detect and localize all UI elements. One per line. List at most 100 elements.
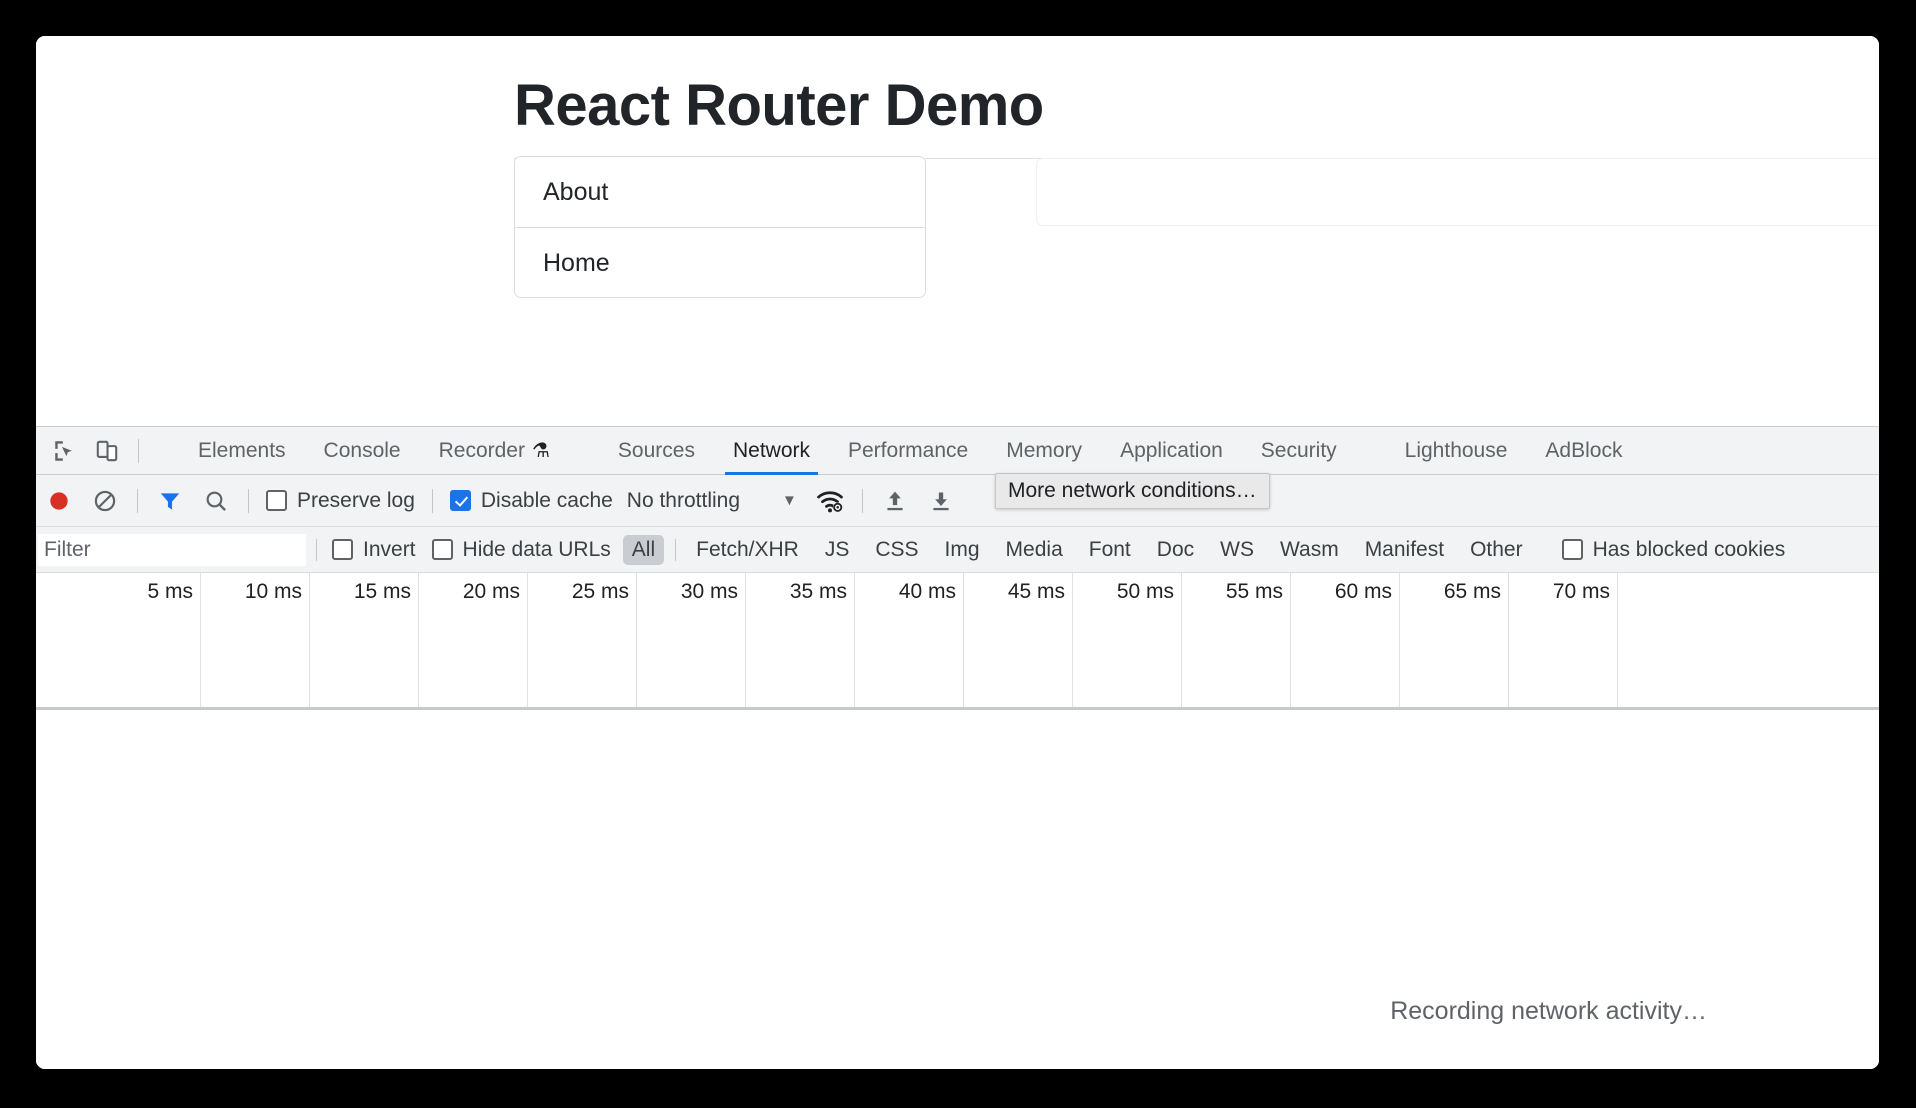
tab-lighthouse[interactable]: Lighthouse (1386, 427, 1527, 475)
tab-label: Memory (1006, 438, 1083, 462)
ruler-tick: 20 ms (419, 573, 528, 707)
tab-adblock[interactable]: AdBlock (1526, 427, 1641, 475)
chip-label: WS (1220, 537, 1254, 561)
checkbox-box (332, 539, 353, 560)
toolbar-divider (431, 488, 433, 513)
inspect-element-icon[interactable] (44, 427, 86, 475)
tab-console[interactable]: Console (305, 427, 420, 475)
route-content-card (1036, 158, 1879, 226)
page-viewport: React Router Demo About Home (36, 36, 1879, 426)
ruler-lead-spacer (36, 573, 92, 707)
filter-divider (675, 538, 677, 561)
chip-label: All (631, 537, 656, 561)
nav-item-about[interactable]: About (515, 157, 925, 227)
checkbox-box (431, 539, 453, 560)
network-requests-pane[interactable]: Recording network activity… (36, 710, 1879, 1066)
type-chip-fetch-xhr[interactable]: Fetch/XHR (687, 535, 808, 565)
ruler-tick: 50 ms (1073, 573, 1182, 707)
tab-elements[interactable]: Elements (179, 427, 305, 475)
chip-label: Doc (1156, 537, 1195, 561)
type-chip-font[interactable]: Font (1080, 535, 1140, 565)
nav-item-label: About (543, 178, 609, 206)
chip-label: JS (824, 537, 850, 561)
chip-label: Media (1005, 537, 1063, 561)
device-toolbar-icon[interactable] (86, 427, 128, 475)
invert-checkbox[interactable]: Invert (324, 538, 424, 562)
hide-data-urls-label: Hide data URLs (462, 537, 611, 561)
type-chip-doc[interactable]: Doc (1148, 535, 1203, 565)
type-chip-js[interactable]: JS (816, 535, 859, 565)
throttling-value: No throttling (626, 488, 741, 512)
tab-sources[interactable]: Sources (599, 427, 714, 475)
ruler-tick: 60 ms (1291, 573, 1400, 707)
tab-label: Elements (198, 438, 286, 462)
chip-label: CSS (875, 537, 919, 561)
ruler-tick-label: 10 ms (244, 580, 302, 603)
ruler-tick: 45 ms (964, 573, 1073, 707)
ruler-tick: 35 ms (746, 573, 855, 707)
ruler-tick: 40 ms (855, 573, 964, 707)
experiment-flask-icon: ⚗ (531, 440, 550, 462)
ruler-tick-label: 50 ms (1116, 580, 1174, 603)
tab-memory[interactable]: Memory (987, 427, 1101, 475)
type-chip-css[interactable]: CSS (866, 535, 927, 565)
type-chip-manifest[interactable]: Manifest (1356, 535, 1453, 565)
tab-label: Network (732, 438, 810, 462)
throttling-dropdown[interactable]: No throttling ▼ (627, 489, 797, 513)
hide-data-urls-checkbox[interactable]: Hide data URLs (424, 538, 619, 562)
filter-icon[interactable] (147, 475, 193, 527)
ruler-tick-label: 55 ms (1225, 580, 1283, 603)
devtools-tabbar: Elements Console Recorder ⚗ Sources Netw… (36, 427, 1879, 475)
checkbox-box (266, 490, 287, 511)
ruler-tick-label: 40 ms (898, 580, 956, 603)
type-chip-media[interactable]: Media (997, 535, 1072, 565)
type-chip-ws[interactable]: WS (1211, 535, 1263, 565)
tab-recorder[interactable]: Recorder ⚗ (420, 427, 569, 475)
has-blocked-cookies-checkbox[interactable]: Has blocked cookies (1554, 538, 1794, 562)
has-blocked-cookies-label: Has blocked cookies (1592, 537, 1786, 561)
page-title: React Router Demo (514, 73, 1044, 138)
disable-cache-checkbox[interactable]: Disable cache (442, 489, 621, 513)
clear-button[interactable] (82, 475, 128, 527)
tab-label: Security (1260, 438, 1337, 462)
type-chip-other[interactable]: Other (1461, 535, 1532, 565)
type-chip-all[interactable]: All (622, 534, 665, 565)
network-conditions-icon[interactable] (807, 475, 853, 527)
record-button[interactable] (36, 475, 82, 527)
type-chip-img[interactable]: Img (936, 535, 989, 565)
browser-window: React Router Demo About Home Elements Co… (36, 36, 1879, 1069)
ruler-tick-label: 70 ms (1552, 580, 1610, 603)
preserve-log-checkbox[interactable]: Preserve log (258, 489, 423, 513)
chip-label: Font (1088, 537, 1131, 561)
chip-label: Img (944, 537, 980, 561)
tab-label: Console (323, 438, 401, 462)
tooltip-text: More network conditions… (1008, 479, 1257, 502)
ruler-tick-label: 15 ms (353, 580, 411, 603)
tabbar-divider (138, 438, 139, 463)
network-toolbar: Preserve log Disable cache No throttling… (36, 475, 1879, 527)
filter-input[interactable] (38, 533, 306, 566)
tab-network[interactable]: Network (714, 427, 829, 475)
tab-performance[interactable]: Performance (829, 427, 987, 475)
nav-item-home[interactable]: Home (515, 227, 925, 297)
tab-application[interactable]: Application (1101, 427, 1242, 475)
chip-label: Manifest (1364, 537, 1445, 561)
ruler-tick: 55 ms (1182, 573, 1291, 707)
tab-label: Sources (617, 438, 695, 462)
tab-security[interactable]: Security (1242, 427, 1356, 475)
search-icon[interactable] (193, 475, 239, 527)
ruler-tick: 15 ms (310, 573, 419, 707)
tab-label: Performance (848, 438, 969, 462)
ruler-tick: 70 ms (1509, 573, 1618, 707)
ruler-tick: 5 ms (92, 573, 201, 707)
import-har-icon[interactable] (872, 475, 918, 527)
type-chip-wasm[interactable]: Wasm (1271, 535, 1348, 565)
tab-label: AdBlock (1545, 438, 1623, 462)
export-har-icon[interactable] (918, 475, 964, 527)
preserve-log-label: Preserve log (297, 488, 415, 512)
filter-divider (316, 538, 317, 561)
nav-item-label: Home (543, 249, 610, 277)
toolbar-divider (137, 488, 138, 513)
ruler-tick-label: 20 ms (462, 580, 520, 603)
disable-cache-label: Disable cache (480, 488, 613, 512)
